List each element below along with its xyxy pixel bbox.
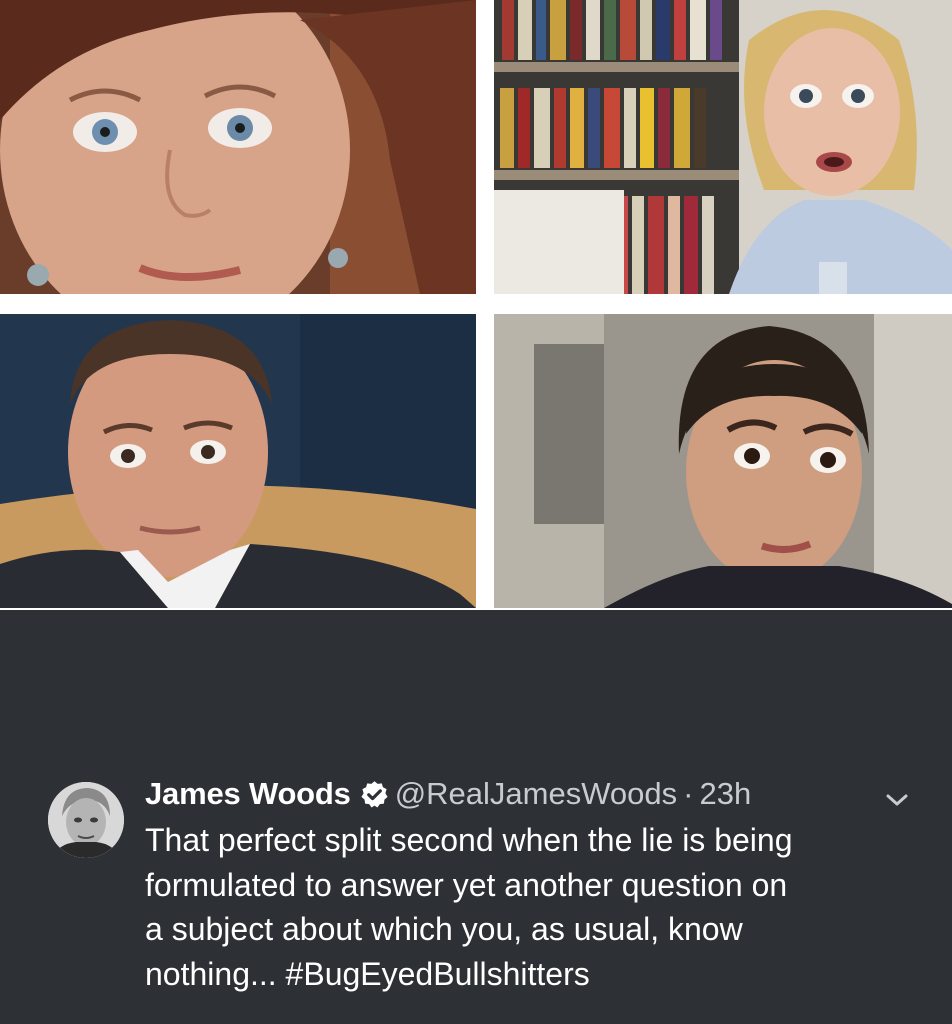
tweet-timestamp[interactable]: 23h — [699, 776, 751, 812]
media-photo-2[interactable] — [494, 0, 952, 294]
tweet-media-grid[interactable] — [0, 0, 952, 610]
author-avatar[interactable] — [48, 782, 124, 858]
tweet-body: That perfect split second when the lie i… — [145, 818, 925, 996]
tweet-text-line: formulated to answer yet another questio… — [145, 866, 788, 903]
tweet-menu-button[interactable] — [882, 788, 912, 812]
media-photo-4[interactable] — [494, 314, 952, 608]
tweet-text-line: That perfect split second when the lie i… — [145, 822, 793, 858]
verified-badge-icon — [360, 780, 389, 809]
author-handle[interactable]: @RealJamesWoods — [395, 776, 677, 812]
tweet-card[interactable]: James Woods @RealJamesWoods · 23h That p… — [0, 610, 952, 1024]
tweet-text-line-last: nothing... #BugEyedBullshitters — [145, 952, 925, 997]
tweet-text-line: nothing... — [145, 955, 277, 992]
author-display-name[interactable]: James Woods — [145, 776, 351, 812]
media-photo-3[interactable] — [0, 314, 476, 608]
hashtag-link[interactable]: #BugEyedBullshitters — [286, 956, 590, 992]
tweet-header: James Woods @RealJamesWoods · 23h — [145, 774, 751, 814]
tweet-text-line: a subject about which you, as usual, kno… — [145, 911, 743, 947]
profile-avatar-icon — [48, 782, 124, 858]
media-photo-1[interactable] — [0, 0, 476, 294]
chevron-down-icon — [886, 794, 908, 806]
header-separator: · — [683, 776, 694, 811]
